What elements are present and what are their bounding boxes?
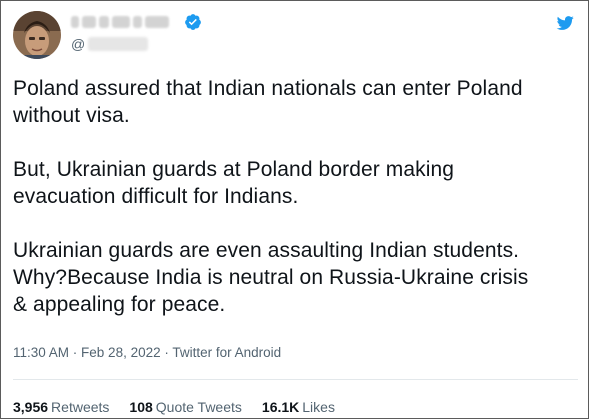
retweets-stat[interactable]: 3,956 Retweets [13,399,109,415]
quote-tweets-stat[interactable]: 108 Quote Tweets [129,399,242,415]
likes-count: 16.1K [261,399,300,415]
likes-stat[interactable]: 16.1K Likes [262,399,335,415]
author-handle[interactable]: @ [71,36,149,52]
retweets-label: Retweets [51,399,110,415]
author-block[interactable]: @ [71,13,271,57]
avatar[interactable] [13,11,61,59]
verified-badge-icon [184,13,202,31]
meta-separator: · [160,345,173,360]
likes-label: Likes [302,399,335,415]
handle-redacted [88,37,149,51]
retweets-count: 3,956 [13,399,49,415]
display-name-redacted[interactable] [71,15,169,29]
meta-separator: · [69,345,82,360]
quotes-count: 108 [129,399,153,415]
tweet-stats: 3,956 Retweets 108 Quote Tweets 16.1K Likes [13,399,355,415]
handle-prefix: @ [71,36,86,52]
tweet-card: @ Poland assured that Indian nationals c… [0,0,589,419]
tweet-source[interactable]: Twitter for Android [172,345,281,360]
twitter-bird-icon[interactable] [556,14,574,32]
tweet-header: @ [1,1,588,67]
tweet-date[interactable]: Feb 28, 2022 [81,345,161,360]
tweet-meta: 11:30 AM · Feb 28, 2022 · Twitter for An… [13,345,281,360]
divider [13,379,578,380]
tweet-text: Poland assured that Indian nationals can… [13,77,529,316]
quotes-label: Quote Tweets [155,399,242,415]
tweet-time[interactable]: 11:30 AM [13,345,69,360]
